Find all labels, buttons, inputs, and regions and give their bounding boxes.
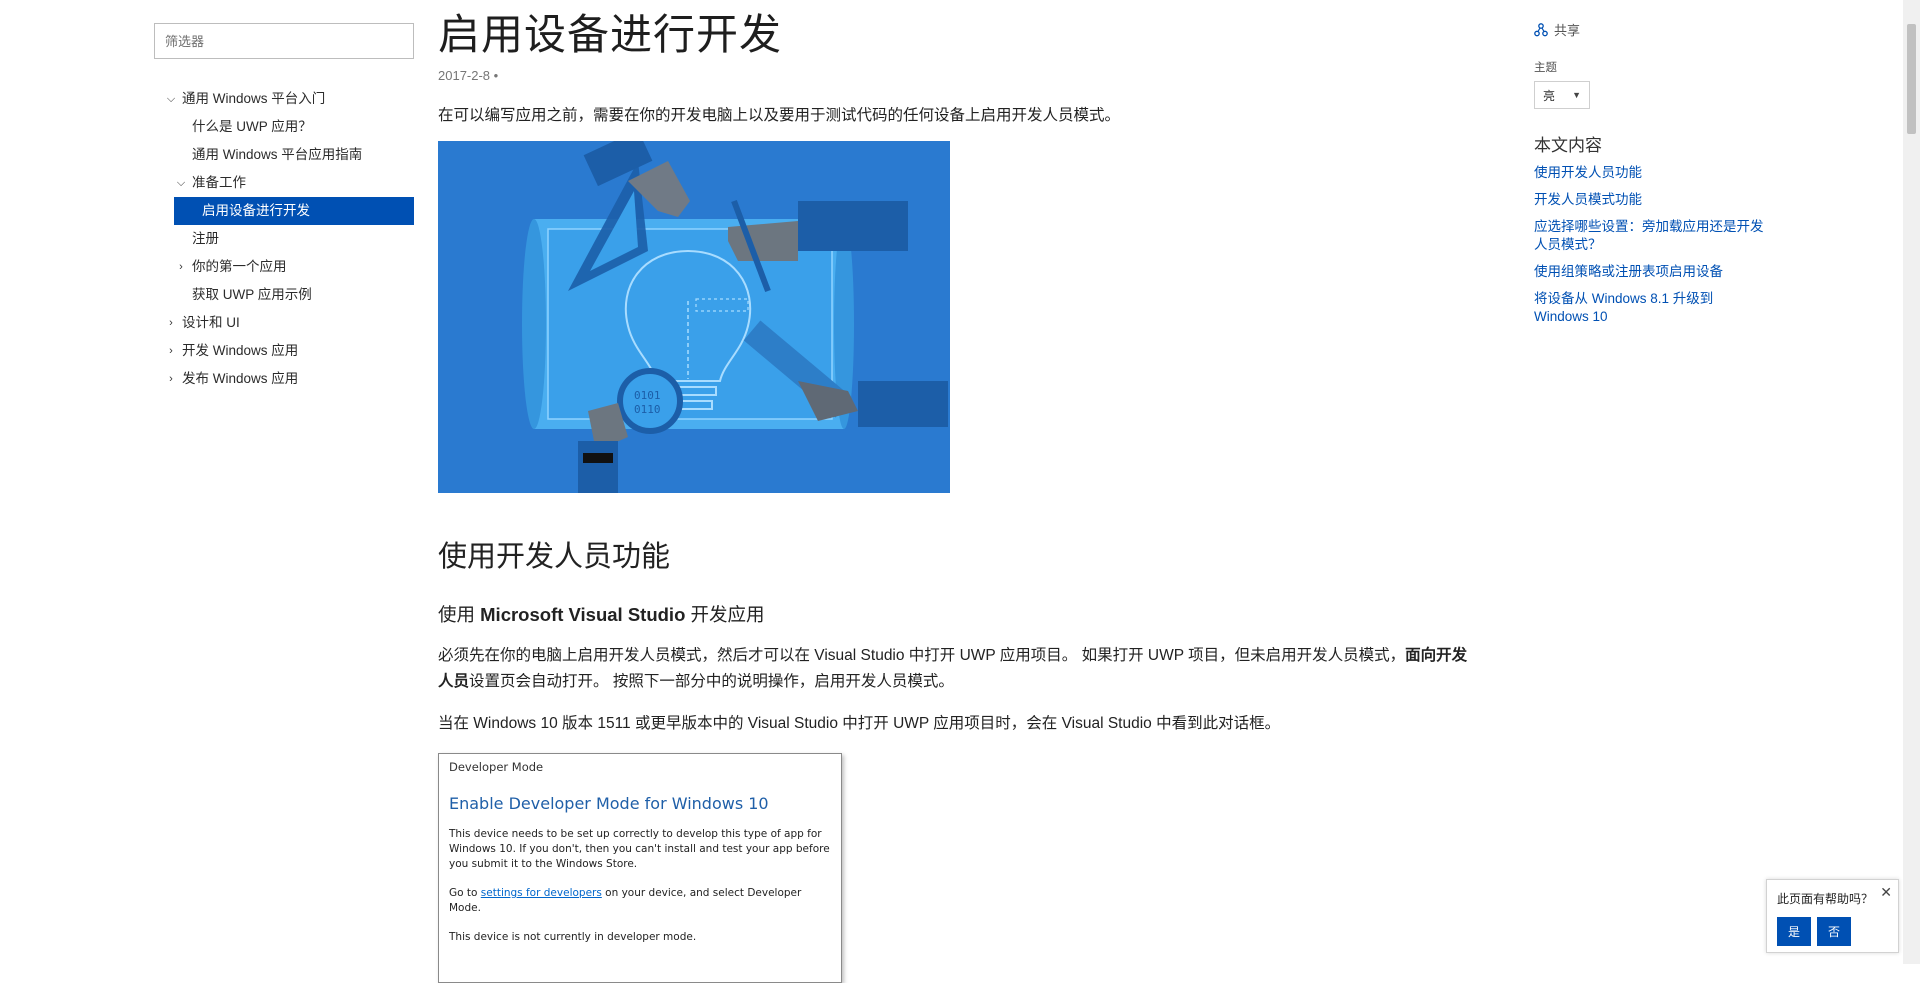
intro-paragraph: 在可以编写应用之前，需要在你的开发电脑上以及要用于测试代码的任何设备上启用开发人… [438,107,1121,124]
nav-item-uwp-intro[interactable]: ⌵ 通用 Windows 平台入门 [154,85,414,113]
svg-text:0101: 0101 [634,389,661,402]
paragraph-dev-mode: 必须先在你的电脑上启用开发人员模式，然后才可以在 Visual Studio 中… [438,643,1468,695]
para1-text-a: 必须先在你的电脑上启用开发人员模式，然后才可以在 Visual Studio 中… [438,647,1406,664]
nav-item-label: 什么是 UWP 应用？ [192,119,312,134]
close-icon[interactable]: ✕ [1880,884,1892,901]
nav-item-label: 准备工作 [192,175,246,190]
chevron-right-icon: › [169,373,173,385]
caret-down-icon: ▼ [1572,90,1581,100]
dialog-text-1: This device needs to be set up correctly… [449,828,830,870]
article-date: 2017-2-8 [438,68,491,83]
theme-value: 亮 [1543,88,1556,103]
nav-item-what-is-uwp[interactable]: 什么是 UWP 应用？ [154,113,414,141]
feedback-buttons: 是 否 [1777,917,1888,946]
nav-item-label: 发布 Windows 应用 [182,371,299,386]
article: 启用设备进行开发 2017-2-8 • 在可以编写应用之前，需要在你的开发电脑上… [438,0,1468,983]
feedback-no-button[interactable]: 否 [1817,917,1851,946]
feedback-question: 此页面有帮助吗？ [1777,892,1874,906]
nav-item-label: 注册 [192,231,219,246]
nav-item-develop-apps[interactable]: › 开发 Windows 应用 [154,337,414,365]
theme-label: 主题 [1534,62,1557,74]
dialog-caption: Developer Mode [449,760,544,774]
chevron-right-icon: › [169,345,173,357]
section-heading: 使用开发人员功能 [438,541,671,573]
nav-item-getting-ready[interactable]: ⌵ 准备工作 [154,169,414,197]
nav-item-uwp-guide[interactable]: 通用 Windows 平台应用指南 [154,141,414,169]
share-button[interactable]: 共享 [1534,20,1764,39]
blueprint-lightbulb-illustration: 0101 0110 [438,141,950,493]
meta-separator: • [493,68,499,83]
nav-item-first-app[interactable]: › 你的第一个应用 [154,253,414,281]
toc-link[interactable]: 使用组策略或注册表项启用设备 [1534,263,1764,281]
nav-item-design-ui[interactable]: › 设计和 UI [154,309,414,337]
dialog-title: Enable Developer Mode for Windows 10 [449,794,769,813]
nav-item-label: 设计和 UI [182,315,240,330]
chevron-down-icon: ⌵ [176,177,186,189]
toc-link[interactable]: 应选择哪些设置：旁加载应用还是开发人员模式？ [1534,218,1764,254]
scrollbar-thumb[interactable] [1907,24,1916,134]
hero-illustration: 0101 0110 [438,141,950,493]
subsection-heading: 使用 Microsoft Visual Studio 开发应用 [438,601,1468,627]
nav-item-label: 获取 UWP 应用示例 [192,287,312,302]
nav-item-publish-apps[interactable]: › 发布 Windows 应用 [154,365,414,393]
toc-link[interactable]: 使用开发人员功能 [1534,164,1764,182]
chevron-right-icon: › [179,261,183,273]
feedback-yes-button[interactable]: 是 [1777,917,1811,946]
h3-suffix: 开发应用 [685,604,765,625]
nav-item-label: 你的第一个应用 [192,259,287,274]
filter-input[interactable] [154,23,414,59]
toc-link[interactable]: 将设备从 Windows 8.1 升级到 Windows 10 [1534,290,1764,326]
toc-link[interactable]: 开发人员模式功能 [1534,191,1764,209]
right-rail: 共享 主题 亮 ▼ 本文内容 使用开发人员功能 开发人员模式功能 应选择哪些设置… [1534,20,1764,335]
chevron-down-icon: ⌵ [166,93,176,105]
dialog-text-3: This device is not currently in develope… [449,931,697,943]
in-this-article: 使用开发人员功能 开发人员模式功能 应选择哪些设置：旁加载应用还是开发人员模式？… [1534,164,1764,326]
dialog-text-2: Go to settings for developers on your de… [449,886,831,916]
chevron-right-icon: › [169,317,173,329]
paragraph-dialog-note: 当在 Windows 10 版本 1511 或更早版本中的 Visual Stu… [438,715,1281,732]
para1-text-b: 设置页会自动打开。 按照下一部分中的说明操作，启用开发人员模式。 [469,673,954,690]
feedback-widget: ✕ 此页面有帮助吗？ 是 否 [1766,879,1899,953]
page-title: 启用设备进行开发 [438,11,783,58]
article-meta: 2017-2-8 • [438,68,1468,83]
share-label: 共享 [1554,23,1581,38]
nav-item-label: 通用 Windows 平台入门 [182,91,326,106]
svg-text:0110: 0110 [634,403,661,416]
toc-nav: ⌵ 通用 Windows 平台入门 什么是 UWP 应用？ 通用 Windows… [154,85,414,393]
nav-item-register[interactable]: 注册 [154,225,414,253]
toc-title: 本文内容 [1534,136,1602,155]
h3-bold: Microsoft Visual Studio [480,604,686,625]
theme-select[interactable]: 亮 ▼ [1534,81,1590,109]
dialog-text-2a: Go to [449,887,481,899]
h3-prefix: 使用 [438,604,481,625]
settings-for-developers-link[interactable]: settings for developers [481,887,602,899]
nav-item-samples[interactable]: 获取 UWP 应用示例 [154,281,414,309]
share-icon [1534,22,1548,36]
nav-item-label: 开发 Windows 应用 [182,343,299,358]
vertical-scrollbar[interactable] [1903,0,1920,964]
nav-item-label: 启用设备进行开发 [202,203,310,218]
nav-item-enable-device[interactable]: 启用设备进行开发 [174,197,414,225]
developer-mode-dialog-screenshot: Developer Mode Enable Developer Mode for… [438,753,842,983]
nav-item-label: 通用 Windows 平台应用指南 [192,147,363,162]
